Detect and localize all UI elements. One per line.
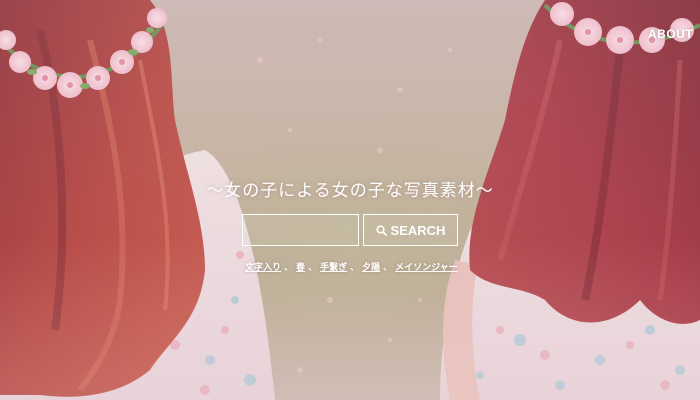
tag-separator: 、 — [308, 262, 318, 273]
tag-link[interactable]: メイソンジャー — [395, 260, 458, 273]
tag-separator: 、 — [284, 262, 294, 273]
about-link[interactable]: ABOUT — [648, 27, 693, 41]
tag-link[interactable]: 春 — [296, 260, 305, 273]
site-tagline: 〜女の子による女の子な写真素材〜 — [206, 181, 494, 201]
search-icon — [375, 224, 387, 236]
search-button[interactable]: SEARCH — [363, 214, 458, 246]
search-input[interactable] — [242, 214, 359, 246]
tag-separator: 、 — [350, 262, 360, 273]
tag-separator: 、 — [383, 262, 393, 273]
tag-link[interactable]: 手繋ぎ — [320, 260, 347, 273]
search-button-label: SEARCH — [390, 222, 446, 238]
popular-tags: 文字入り 、 春 、 手繋ぎ 、 夕陽 、 メイソンジャー — [245, 259, 458, 273]
tag-link[interactable]: 文字入り — [245, 260, 281, 273]
tag-link[interactable]: 夕陽 — [362, 260, 380, 273]
hero-section: ABOUT 〜女の子による女の子な写真素材〜 SEARCH 文字入り 、 春 、… — [0, 0, 700, 400]
